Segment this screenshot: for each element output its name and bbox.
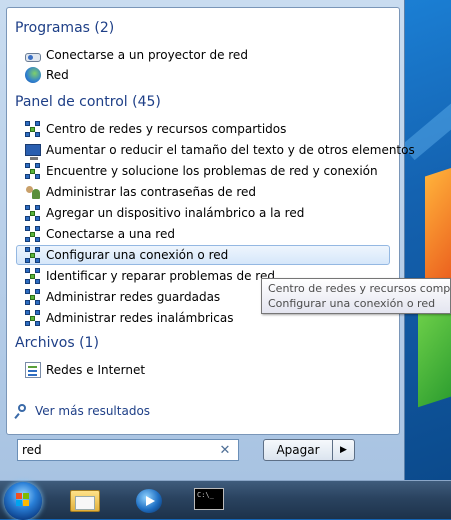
result-label: Administrar redes inalámbricas xyxy=(46,311,234,325)
shutdown-control: Apagar ▶ xyxy=(263,439,355,461)
network-icon xyxy=(25,163,41,179)
network-icon xyxy=(25,226,41,242)
media-player-taskbar-icon[interactable] xyxy=(124,484,174,516)
result-wireless-device[interactable]: Agregar un dispositivo inalámbrico a la … xyxy=(16,203,390,223)
result-label: Agregar un dispositivo inalámbrico a la … xyxy=(46,206,305,220)
network-icon xyxy=(25,289,41,305)
windows-logo-icon xyxy=(16,493,30,507)
network-icon xyxy=(25,310,41,326)
projector-icon xyxy=(25,52,41,62)
control-panel-heading: Panel de control (45) xyxy=(15,94,161,110)
network-icon xyxy=(25,268,41,284)
result-troubleshoot[interactable]: Encuentre y solucione los problemas de r… xyxy=(16,161,390,181)
start-button[interactable] xyxy=(4,482,42,520)
network-icon xyxy=(25,121,41,137)
result-label: Centro de redes y recursos compartidos xyxy=(46,122,287,136)
result-label: Identificar y reparar problemas de red xyxy=(46,269,275,283)
result-label: Aumentar o reducir el tamaño del texto y… xyxy=(46,143,415,157)
clear-search-icon[interactable]: ✕ xyxy=(217,443,233,458)
network-icon xyxy=(25,247,41,263)
more-results-link[interactable]: Ver más resultados xyxy=(15,404,150,418)
tooltip-line-2: Configurar una conexión o red xyxy=(268,297,436,310)
taskbar: C:\_ xyxy=(0,480,451,520)
command-prompt-taskbar-icon[interactable]: C:\_ xyxy=(188,484,238,516)
cmd-window-icon: C:\_ xyxy=(194,488,224,510)
tooltip: Centro de redes y recursos compar Config… xyxy=(261,278,451,314)
network-globe-icon xyxy=(25,67,41,83)
more-results-label: Ver más resultados xyxy=(35,404,151,418)
search-input[interactable] xyxy=(22,443,217,457)
result-label: Red xyxy=(46,68,69,82)
shutdown-options-arrow-icon[interactable]: ▶ xyxy=(333,439,355,461)
search-results-pane: Programas (2) Conectarse a un proyector … xyxy=(6,7,415,435)
result-projector[interactable]: Conectarse a un proyector de red xyxy=(16,45,390,65)
result-label: Administrar las contraseñas de red xyxy=(46,185,257,199)
search-icon xyxy=(15,404,29,418)
document-icon xyxy=(25,362,41,378)
result-label: Conectarse a un proyector de red xyxy=(46,48,248,62)
wallpaper-flag-orange xyxy=(425,163,451,297)
start-menu: Programas (2) Conectarse a un proyector … xyxy=(0,0,415,480)
shutdown-button[interactable]: Apagar xyxy=(263,439,333,461)
programs-heading: Programas (2) xyxy=(15,20,115,36)
result-passwords[interactable]: Administrar las contraseñas de red xyxy=(16,182,390,202)
result-red[interactable]: Red xyxy=(16,65,390,85)
tooltip-line-1: Centro de redes y recursos compar xyxy=(268,282,451,295)
display-icon xyxy=(25,144,41,160)
result-label: Encuentre y solucione los problemas de r… xyxy=(46,164,378,178)
users-icon xyxy=(25,184,41,200)
files-heading: Archivos (1) xyxy=(15,335,99,351)
explorer-taskbar-icon[interactable] xyxy=(60,484,110,516)
desktop-background xyxy=(400,0,451,480)
search-box[interactable]: ✕ xyxy=(17,439,239,461)
result-connect-network[interactable]: Conectarse a una red xyxy=(16,224,390,244)
result-label: Conectarse a una red xyxy=(46,227,175,241)
result-networks-internet[interactable]: Redes e Internet xyxy=(16,360,390,380)
result-text-size[interactable]: Aumentar o reducir el tamaño del texto y… xyxy=(16,140,415,160)
network-icon xyxy=(25,205,41,221)
result-label: Configurar una conexión o red xyxy=(46,248,229,262)
result-label: Administrar redes guardadas xyxy=(46,290,221,304)
result-network-center[interactable]: Centro de redes y recursos compartidos xyxy=(16,119,390,139)
result-setup-connection[interactable]: Configurar una conexión o red xyxy=(16,245,390,265)
result-label: Redes e Internet xyxy=(46,363,146,377)
